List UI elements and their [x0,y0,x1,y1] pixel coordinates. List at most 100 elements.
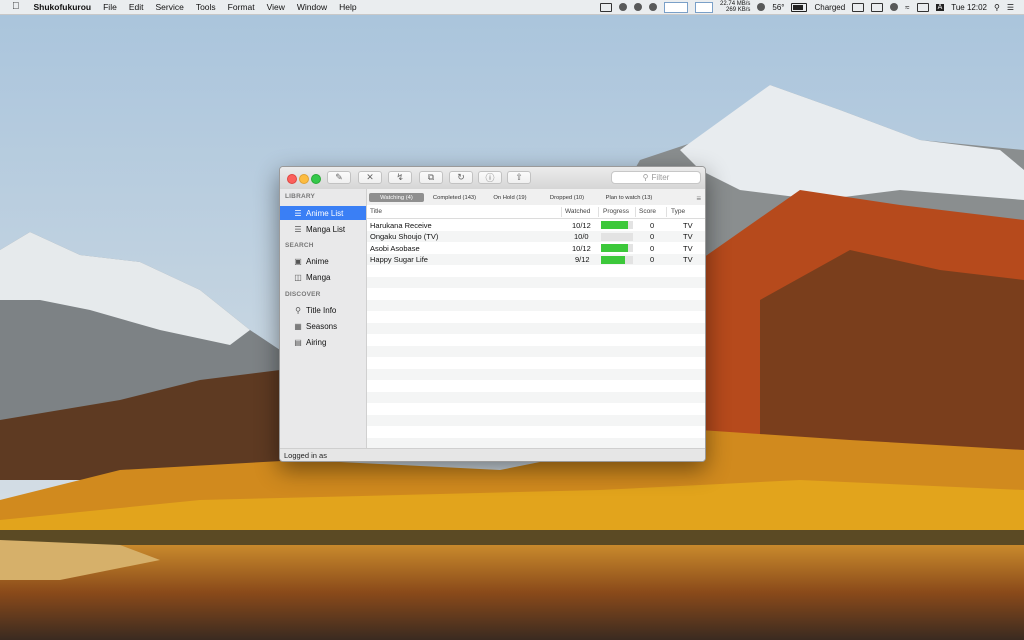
cell-watched: 10/0 [574,232,589,241]
table-row[interactable]: Happy Sugar Life 9/12 0 TV [367,253,705,265]
empty-table-row [367,426,705,438]
menu-edit[interactable]: Edit [123,0,150,14]
menu-service[interactable]: Service [149,0,189,14]
magnifier-icon: ⚲ [295,305,301,315]
sidebar-item-label: Manga [306,272,331,282]
zoom-button[interactable] [311,174,321,184]
edit-button[interactable]: ✎ [327,171,351,184]
cell-title: Happy Sugar Life [370,255,428,264]
clock[interactable]: Tue 12:02 [951,3,987,12]
sidebar-item-label: Airing [306,337,327,347]
table-row[interactable]: Harukana Receive 10/12 0 TV [367,219,705,231]
volume-icon[interactable] [916,2,929,12]
wifi-icon[interactable]: ≈ [905,3,909,12]
sidebar-item-manga-search[interactable]: ◫ Manga [280,270,366,284]
alarm-status-icon[interactable] [649,3,658,11]
assistant-status-icon[interactable] [634,3,643,11]
cpu-graph-icon[interactable] [664,1,689,13]
sidebar-item-anime-search[interactable]: ▣ Anime [280,254,366,268]
cell-score: 0 [650,220,655,230]
calendar-icon: ▦ [294,321,302,331]
close-button[interactable] [287,174,297,184]
delete-button[interactable]: ✕ [358,171,382,184]
input-source[interactable]: A [935,3,945,11]
column-options-icon[interactable]: ≡ [696,194,701,203]
column-header-progress[interactable]: Progress [603,208,629,215]
column-header-title[interactable]: Title [370,208,382,215]
sync-status-icon[interactable] [619,3,628,11]
column-header-score[interactable]: Score [639,208,656,215]
apple-menu-icon[interactable]:  [0,0,28,14]
copy-button[interactable]: ⧉ [419,171,443,184]
sidebar-section-search: SEARCH [285,242,314,249]
app-status-icon[interactable] [600,2,613,12]
menu-file[interactable]: File [97,0,123,14]
sidebar-section-library: LIBRARY [285,193,316,200]
progress-fill [601,244,628,252]
progress-bar [601,255,633,264]
schedule-icon: ▤ [294,337,302,347]
info-button[interactable]: ⓘ [478,171,502,184]
column-header-type[interactable]: Type [671,208,685,215]
filter-placeholder: Filter [651,173,670,182]
sidebar-item-label: Manga List [306,224,346,234]
search-icon: ⚲ [642,173,649,182]
progress-bar [601,244,633,252]
tab-plan-to-watch[interactable]: Plan to watch (13) [599,193,659,202]
menu-window[interactable]: Window [291,0,333,14]
refresh-button[interactable]: ↻ [449,171,473,184]
status-bar: Logged in as [280,448,705,461]
table-row[interactable]: Asobi Asobase 10/12 0 TV [367,242,705,254]
sidebar-item-label: Anime [306,256,329,266]
empty-table-row [367,368,705,380]
battery-status[interactable]: Charged [814,3,845,12]
filter-search-field[interactable]: ⚲ Filter [611,171,701,184]
sidebar-item-seasons[interactable]: ▦ Seasons [280,319,366,333]
temperature[interactable]: 56° [772,3,784,12]
empty-table-row [367,276,705,288]
export-button[interactable]: ⇧ [507,171,531,184]
keyboard-icon[interactable] [871,2,884,12]
empty-table-row [367,299,705,311]
network-speed[interactable]: 22.74 MB/s 269 KB/s [720,1,750,13]
sidebar-item-manga-list[interactable]: ☰ Manga List [280,222,366,236]
empty-table-row [367,265,705,277]
sidebar-item-airing[interactable]: ▤ Airing [280,335,366,349]
memory-graph-icon[interactable] [695,1,714,13]
menu-tools[interactable]: Tools [190,0,222,14]
column-separator [635,207,636,217]
sidebar-section-discover: DISCOVER [285,291,321,298]
empty-table-row [367,357,705,369]
empty-table-row [367,288,705,300]
sidebar-item-title-info[interactable]: ⚲ Title Info [280,303,366,317]
tab-watching[interactable]: Watching (4) [369,193,424,202]
copy-icon: ⧉ [427,172,435,182]
app-menu[interactable]: Shukofukurou [28,0,98,14]
tab-completed[interactable]: Completed (143) [427,193,482,202]
export-icon: ⇧ [515,172,523,182]
sidebar-item-anime-list[interactable]: ☰ Anime List [280,206,366,220]
menu-help[interactable]: Help [333,0,362,14]
notification-center-icon[interactable]: ☰ [1007,3,1014,12]
menu-view[interactable]: View [261,0,291,14]
spotlight-icon[interactable]: ⚲ [994,3,1000,12]
anime-list-table: Title Watched Progress Score Type Haruka… [367,205,705,448]
tab-dropped[interactable]: Dropped (10) [539,193,595,202]
progress-bar [601,232,633,241]
bluetooth-icon[interactable] [890,3,899,11]
battery-icon[interactable] [791,2,808,12]
info-icon: ⓘ [485,173,495,183]
app-window: ✎ ✕ ↯ ⧉ ↻ ⓘ ⇧ ⚲ Filter LIBRARY ☰ Anime L… [279,166,706,462]
weather-icon[interactable] [757,3,766,11]
share-link-button[interactable]: ↯ [388,171,412,184]
empty-table-row [367,311,705,323]
empty-table-row [367,380,705,392]
menu-format[interactable]: Format [222,0,261,14]
minimize-button[interactable] [299,174,309,184]
cell-score: 0 [650,232,655,241]
display-icon[interactable] [852,2,865,12]
column-header-watched[interactable]: Watched [565,208,590,215]
tab-on-hold[interactable]: On Hold (19) [485,193,535,202]
table-row[interactable]: Ongaku Shoujo (TV) 10/0 0 TV [367,230,705,242]
network-download: 269 KB/s [726,7,751,13]
